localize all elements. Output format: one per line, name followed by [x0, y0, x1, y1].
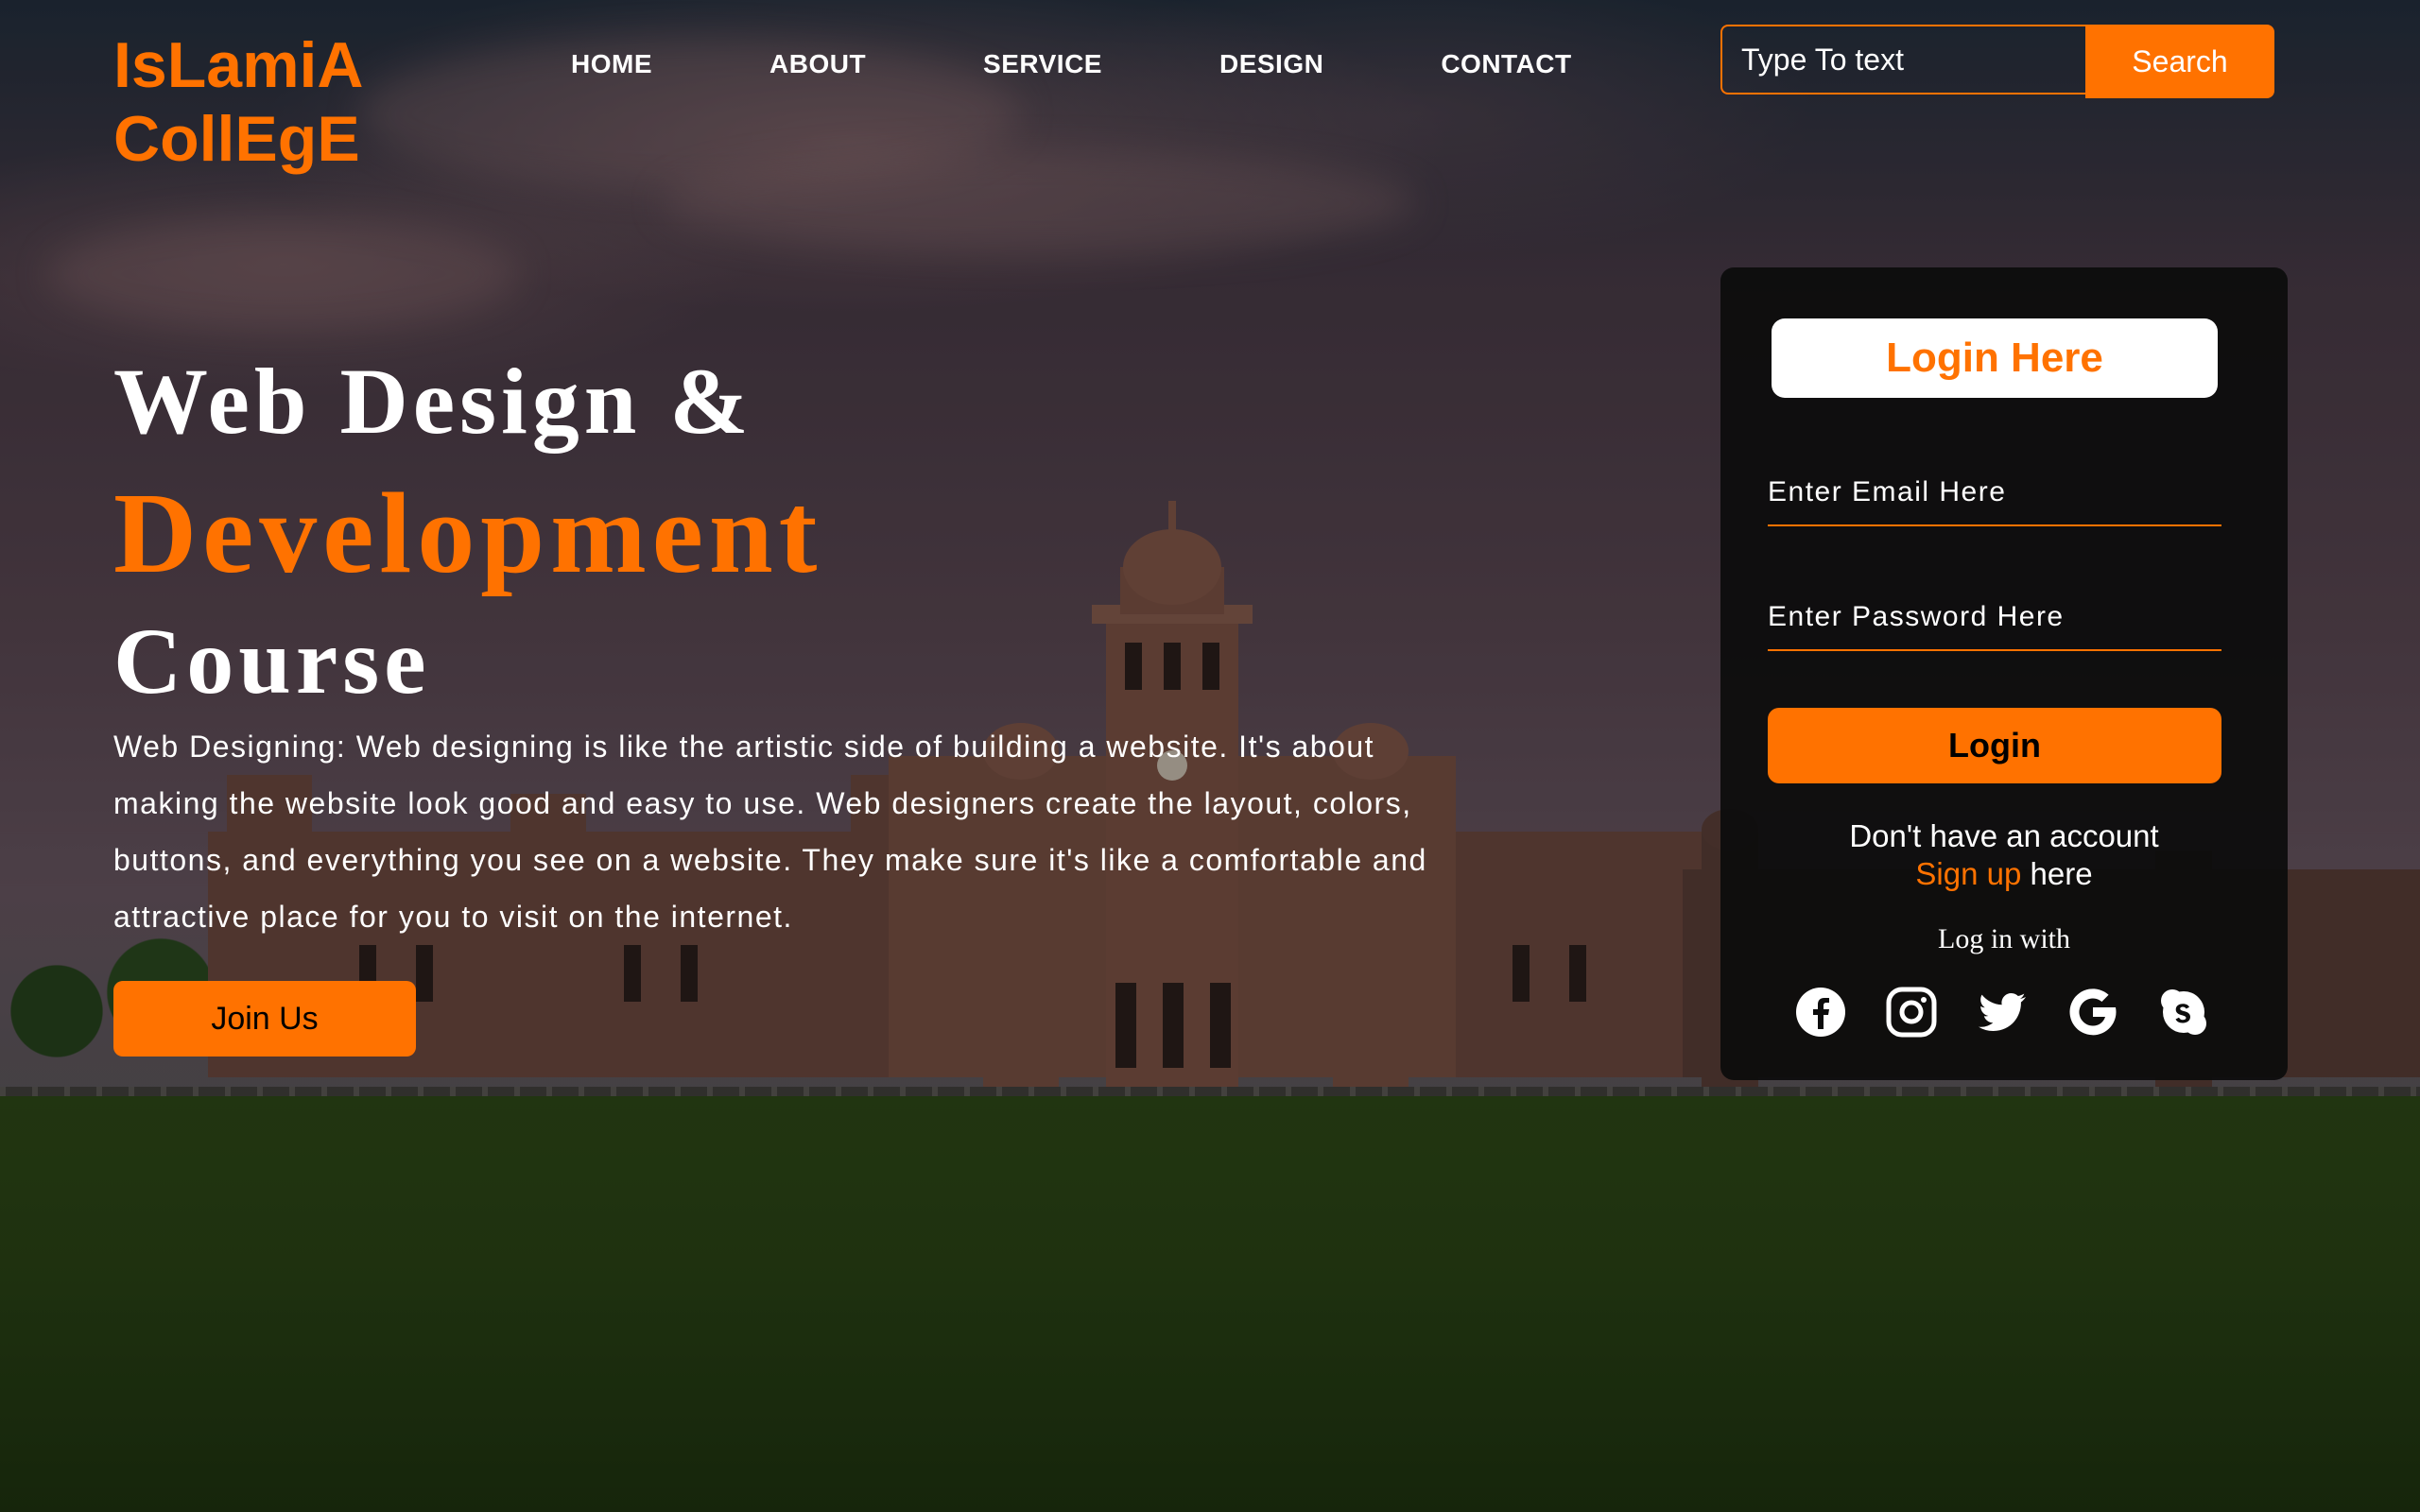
nav-about[interactable]: ABOUT — [769, 49, 866, 79]
nav-design[interactable]: DESIGN — [1219, 49, 1323, 79]
hero-section: Web Design & Development Course Web Desi… — [113, 340, 1437, 945]
nav-service[interactable]: SERVICE — [983, 49, 1102, 79]
nav-contact[interactable]: CONTACT — [1441, 49, 1571, 79]
main-nav: HOME ABOUT SERVICE DESIGN CONTACT — [571, 49, 1572, 79]
no-account-text: Don't have an account — [1849, 818, 2159, 853]
signup-link[interactable]: Sign up — [1915, 856, 2021, 891]
search-button[interactable]: Search — [2085, 25, 2274, 98]
signup-suffix: here — [2021, 856, 2093, 891]
hero-title-line-1: Web Design & — [113, 349, 753, 454]
join-us-button[interactable]: Join Us — [113, 981, 416, 1057]
hero-title-line-3: Course — [113, 609, 431, 713]
social-login-icons — [1794, 986, 2210, 1039]
skype-icon[interactable] — [2157, 986, 2210, 1039]
instagram-icon[interactable] — [1885, 986, 1938, 1039]
signup-prompt: Don't have an account Sign up here — [1720, 817, 2288, 893]
login-with-label: Log in with — [1938, 923, 2070, 954]
nav-home[interactable]: HOME — [571, 49, 652, 79]
login-button[interactable]: Login — [1768, 708, 2221, 783]
twitter-icon[interactable] — [1976, 986, 2029, 1039]
hero-title-line-2: Development — [113, 470, 823, 597]
brand-logo[interactable]: IsLamiA CollEgE — [113, 28, 364, 176]
login-title: Login Here — [1772, 318, 2218, 398]
login-card: Login Here Login Don't have an account S… — [1720, 267, 2288, 1080]
email-field[interactable] — [1768, 460, 2221, 526]
google-icon[interactable] — [2066, 986, 2119, 1039]
facebook-icon[interactable] — [1794, 986, 1847, 1039]
search-bar: Search — [1720, 25, 2274, 98]
hero-description: Web Designing: Web designing is like the… — [113, 730, 1427, 934]
password-field[interactable] — [1768, 585, 2221, 651]
brand-line-1: IsLamiA — [113, 29, 364, 101]
brand-line-2: CollEgE — [113, 103, 360, 175]
hero-title: Web Design & Development Course — [113, 340, 1437, 718]
signup-line: Sign up here — [1720, 855, 2288, 893]
search-input[interactable] — [1720, 25, 2085, 94]
